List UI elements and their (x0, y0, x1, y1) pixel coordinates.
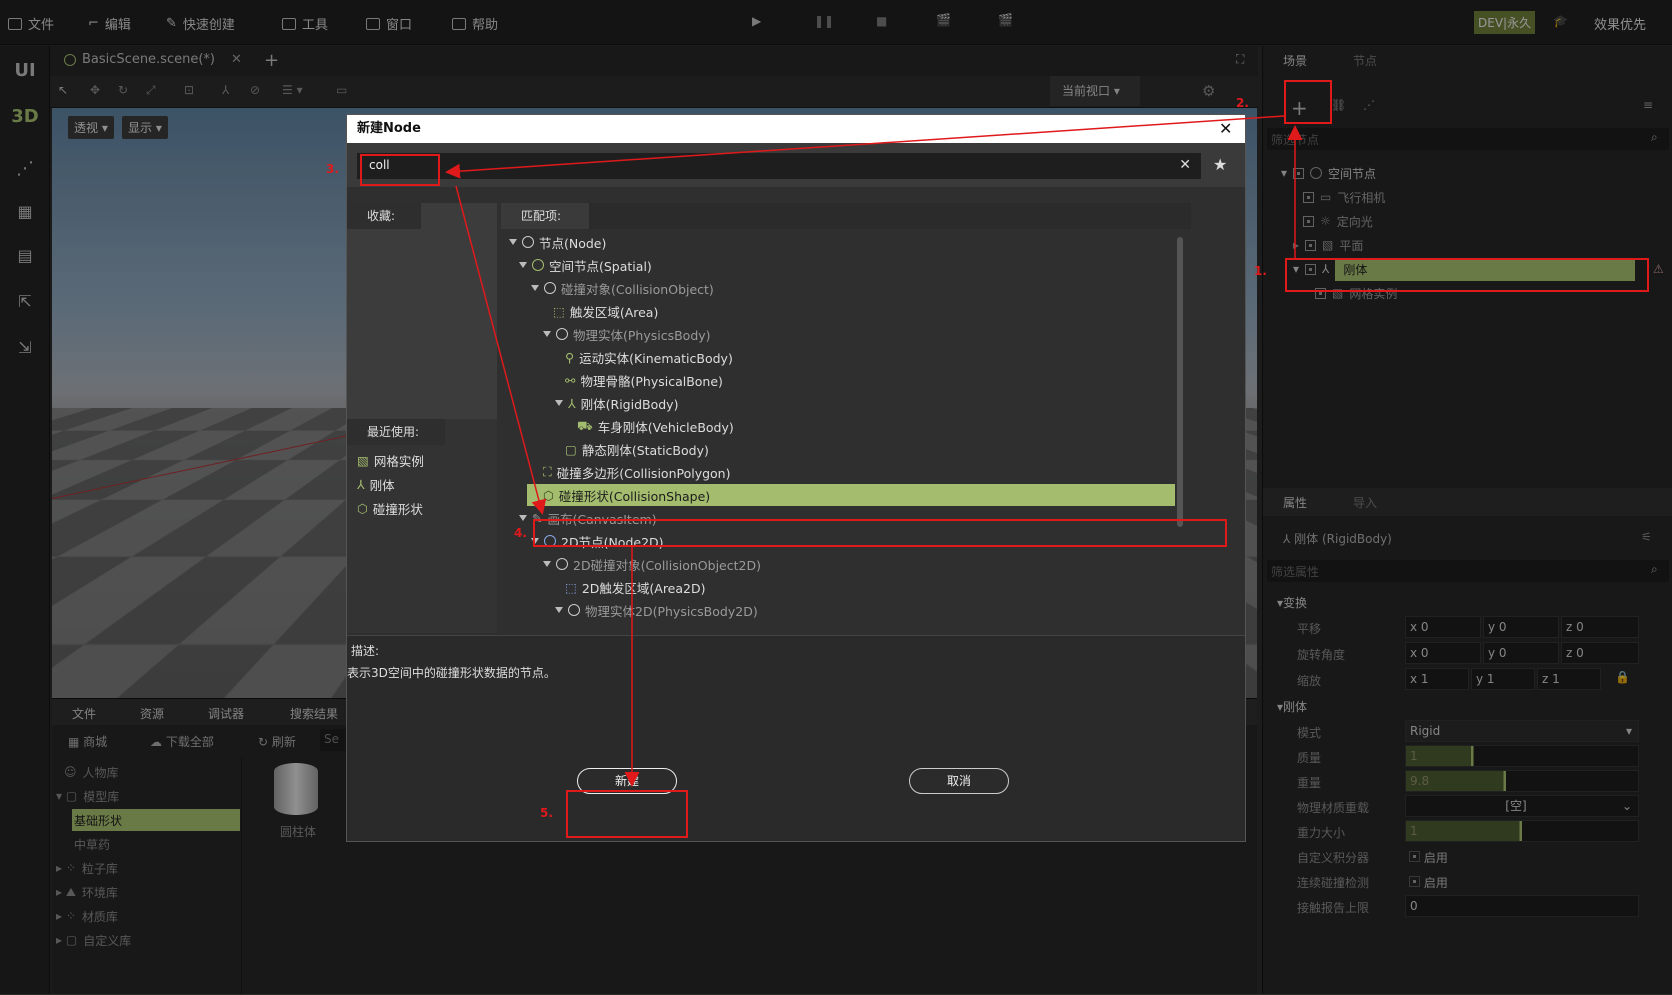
arrow-3-to-4 (455, 185, 547, 515)
arrow-2-to-3 (445, 115, 1285, 179)
annotation-arrows (445, 115, 1303, 787)
